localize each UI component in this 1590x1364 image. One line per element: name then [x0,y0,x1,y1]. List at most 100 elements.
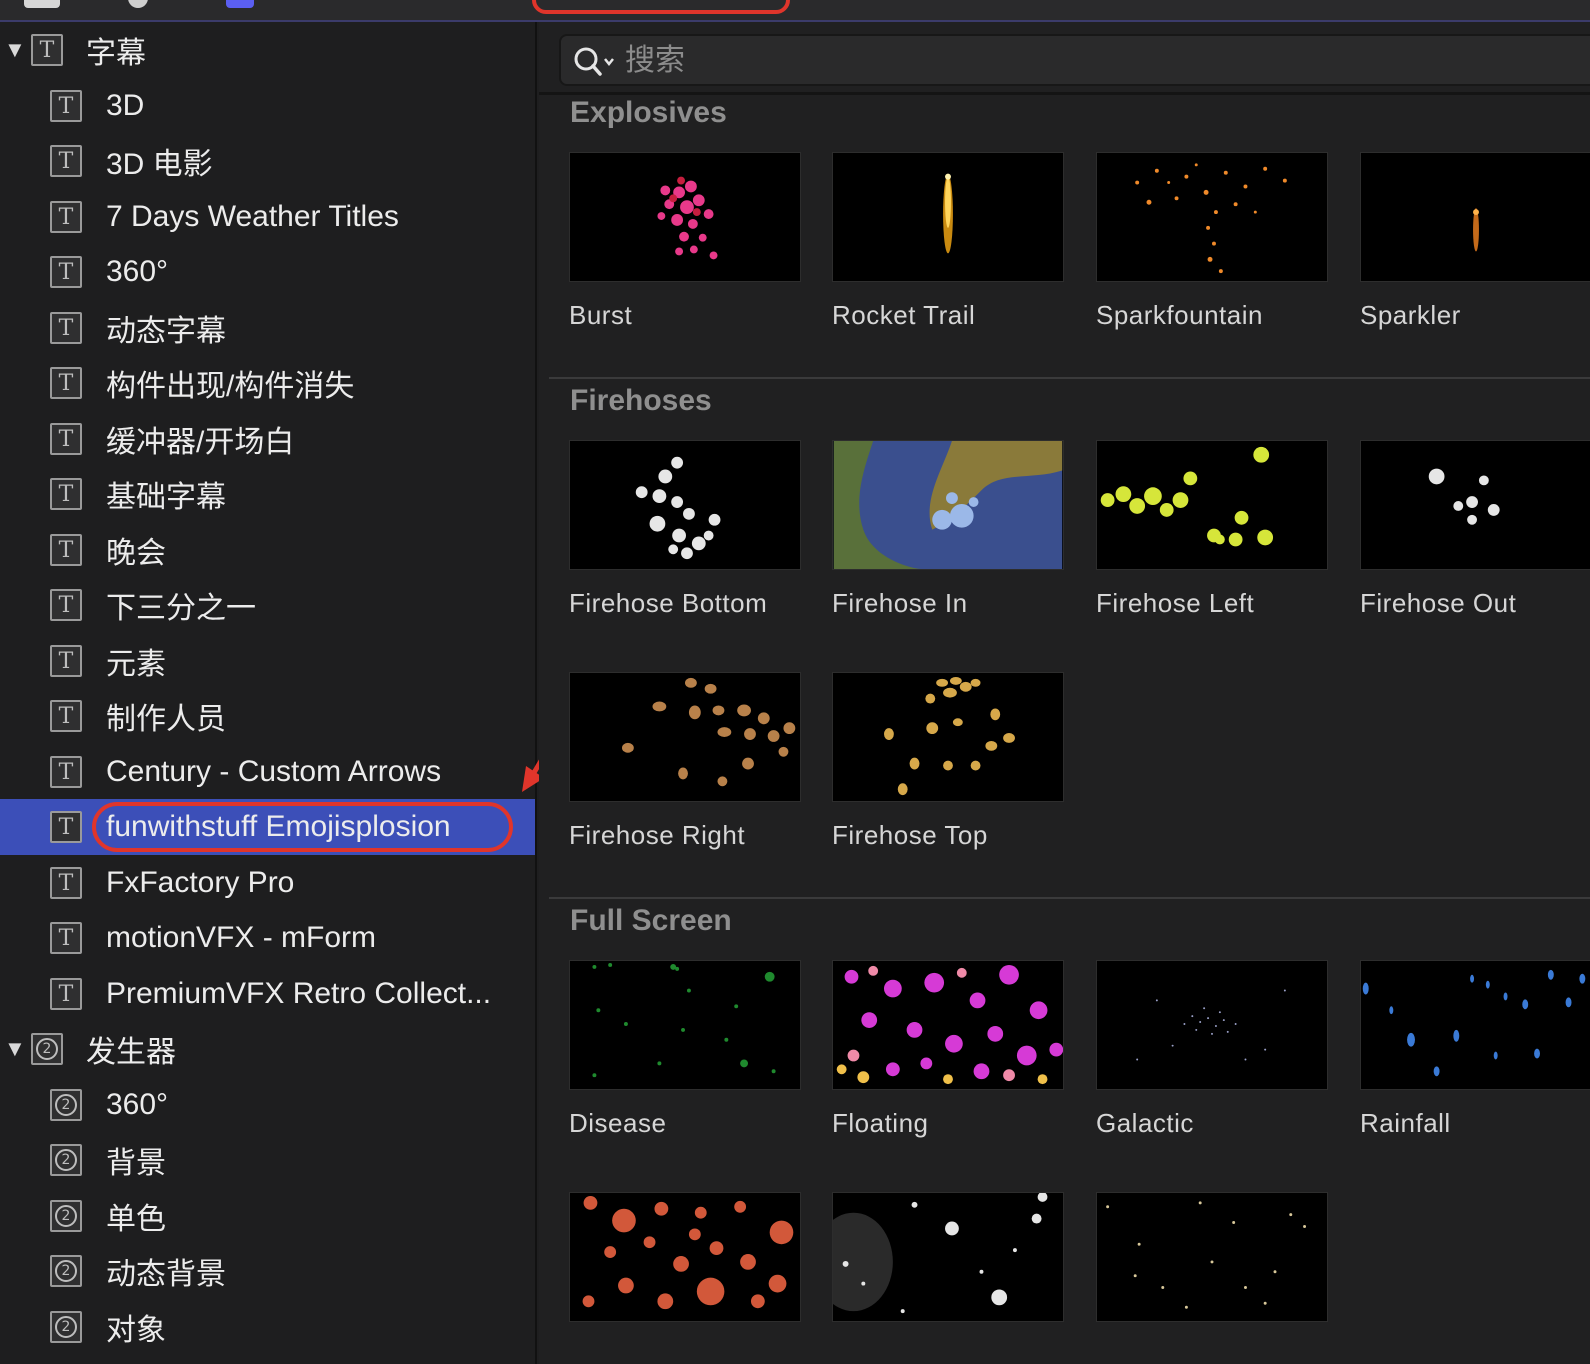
photos-audio-icon[interactable] [128,0,148,8]
effect-tile-firehose-top[interactable]: Firehose Top [832,672,1064,851]
sidebar-item[interactable]: T 3D [0,78,535,134]
sidebar-item-label: 360° [106,1088,169,1121]
sidebar-item[interactable]: 2 背景 [0,1132,535,1188]
sidebar-item-label: 动态字幕 [106,315,226,348]
effect-tile-apples[interactable] [569,1192,801,1340]
sidebar-item-label: 对象 [106,1314,166,1347]
thumbnail-galactic [1096,960,1328,1090]
title-item-icon: T [50,756,82,788]
tile-label: Firehose Top [832,820,988,850]
effect-tile-firehose-left[interactable]: Firehose Left [1096,440,1328,619]
effect-tile-stars[interactable] [1096,1192,1328,1340]
sidebar-item[interactable]: 2 对象 [0,1299,535,1355]
section-divider [549,897,1590,899]
sidebar-item[interactable]: T Century - Custom Arrows [0,744,535,800]
effect-tile-galactic[interactable]: Galactic [1096,960,1328,1139]
sidebar-item-label: 背景 [106,1147,166,1180]
search-field[interactable] [559,34,1590,86]
title-item-icon: T [50,423,82,455]
sidebar-item[interactable]: T 360° [0,244,535,300]
effect-tile-firehose-right[interactable]: Firehose Right [569,672,801,851]
sidebar-item[interactable]: T 动态字幕 [0,300,535,356]
sidebar-item-label: motionVFX - mForm [106,921,377,954]
effect-tile-rocket-trail[interactable]: Rocket Trail [832,152,1064,331]
sidebar-item-label: 7 Days Weather Titles [106,200,399,233]
generators-icon: 2 [31,1033,63,1065]
sidebar-item-label: 动态背景 [106,1258,226,1291]
sidebar-item-label: 下三分之一 [106,592,256,625]
title-item-icon: T [50,645,82,677]
search-icon[interactable] [571,44,617,78]
title-item-icon: T [50,312,82,344]
sidebar-item[interactable]: T 3D 电影 [0,133,535,189]
tile-label: Galactic [1096,1108,1194,1138]
disclosure-triangle-icon[interactable]: ▼ [4,37,26,63]
title-item-icon: T [50,201,82,233]
sidebar-item-selected[interactable]: T funwithstuff Emojisplosion [0,799,535,855]
tile-label: Firehose Bottom [569,588,768,618]
sidebar-group-label: 字幕 [86,37,146,70]
sidebar-item-label: 构件出现/构件消失 [106,370,355,403]
thumbnail-sparkler [1360,152,1590,282]
effect-tile-flowers[interactable] [832,1192,1064,1340]
effect-tile-firehose-in[interactable]: Firehose In [832,440,1064,619]
tile-label: Disease [569,1108,667,1138]
toolbar-highlight-ring [532,0,790,14]
sidebar-item[interactable]: T 下三分之一 [0,577,535,633]
generator-item-icon: 2 [50,1255,82,1287]
title-item-icon: T [50,145,82,177]
effect-tile-burst[interactable]: Burst [569,152,801,331]
title-item-icon: T [50,256,82,288]
sidebar: ▼ T 字幕 T 3D T 3D 电影 T 7 Days Weather Tit… [0,22,537,1364]
title-item-icon: T [50,978,82,1010]
effect-tile-disease[interactable]: Disease [569,960,801,1139]
disclosure-triangle-icon[interactable]: ▼ [4,1036,26,1062]
annotation-highlight-ring [92,802,513,852]
generator-item-icon: 2 [50,1200,82,1232]
thumbnail-rocket-trail [832,152,1064,282]
library-icon[interactable] [24,0,60,8]
sidebar-item-label: 晚会 [106,537,166,570]
thumbnail-firehose-right [569,672,801,802]
sidebar-item[interactable]: T PremiumVFX Retro Collect... [0,966,535,1022]
sidebar-item[interactable]: T 制作人员 [0,688,535,744]
tile-label: Firehose Left [1096,588,1255,618]
thumbnail-floating [832,960,1064,1090]
title-item-icon: T [50,589,82,621]
sidebar-group-generators[interactable]: ▼ 2 发生器 [0,1021,535,1077]
effect-tile-firehose-out[interactable]: Firehose Out [1360,440,1590,619]
tile-label: Firehose In [832,588,968,618]
sidebar-item[interactable]: 2 单色 [0,1188,535,1244]
sidebar-item-label: FxFactory Pro [106,866,295,899]
sidebar-item[interactable]: T 晚会 [0,522,535,578]
effect-tile-firehose-bottom[interactable]: Firehose Bottom [569,440,801,619]
sidebar-item[interactable]: T 基础字幕 [0,466,535,522]
sidebar-group-titles[interactable]: ▼ T 字幕 [0,22,535,78]
sidebar-item[interactable]: T 元素 [0,633,535,689]
thumbnail-rainfall [1360,960,1590,1090]
effect-tile-rainfall[interactable]: Rainfall [1360,960,1590,1139]
thumbnail-firehose-top [832,672,1064,802]
thumbnail-firehose-bottom [569,440,801,570]
title-item-icon: T [50,534,82,566]
section-title-full-screen: Full Screen [570,904,732,937]
sidebar-item[interactable]: T FxFactory Pro [0,855,535,911]
search-input[interactable] [625,40,1525,82]
titles-generators-icon[interactable] [226,0,254,8]
sidebar-item[interactable]: T 缓冲器/开场白 [0,411,535,467]
sidebar-item[interactable]: T 构件出现/构件消失 [0,355,535,411]
thumbnail-firehose-left [1096,440,1328,570]
sidebar-item-label: 360° [106,255,169,288]
thumbnail-burst [569,152,801,282]
sidebar-item[interactable]: 2 360° [0,1077,535,1133]
sidebar-item[interactable]: 2 动态背景 [0,1243,535,1299]
sidebar-item[interactable]: T 7 Days Weather Titles [0,189,535,245]
effect-tile-sparkler[interactable]: Sparkler [1360,152,1590,331]
effect-tile-sparkfountain[interactable]: Sparkfountain [1096,152,1328,331]
title-item-icon: T [50,811,82,843]
tile-label: Burst [569,300,633,330]
effect-tile-floating[interactable]: Floating [832,960,1064,1139]
tile-label: Firehose Right [569,820,746,850]
title-item-icon: T [50,478,82,510]
sidebar-item[interactable]: T motionVFX - mForm [0,910,535,966]
